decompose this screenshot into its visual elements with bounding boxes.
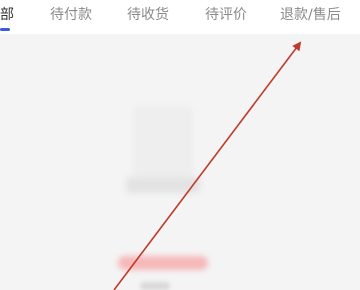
empty-state-icon <box>133 106 193 178</box>
tab-pending-payment[interactable]: 待付款 <box>50 0 92 30</box>
tab-refund-aftersales[interactable]: 退款/售后 <box>280 0 341 30</box>
order-tab-bar: 部 待付款 待收货 待评价 退款/售后 <box>0 0 360 34</box>
tab-pending-receipt[interactable]: 待收货 <box>127 0 169 30</box>
empty-state-text-blurred <box>126 177 200 193</box>
tab-pending-review[interactable]: 待评价 <box>205 0 247 30</box>
order-list-empty-area <box>0 34 360 290</box>
empty-state-action-button[interactable] <box>118 256 208 270</box>
active-tab-indicator <box>0 28 10 31</box>
blurred-footer-element <box>140 282 170 290</box>
tab-all[interactable]: 部 <box>0 0 14 30</box>
